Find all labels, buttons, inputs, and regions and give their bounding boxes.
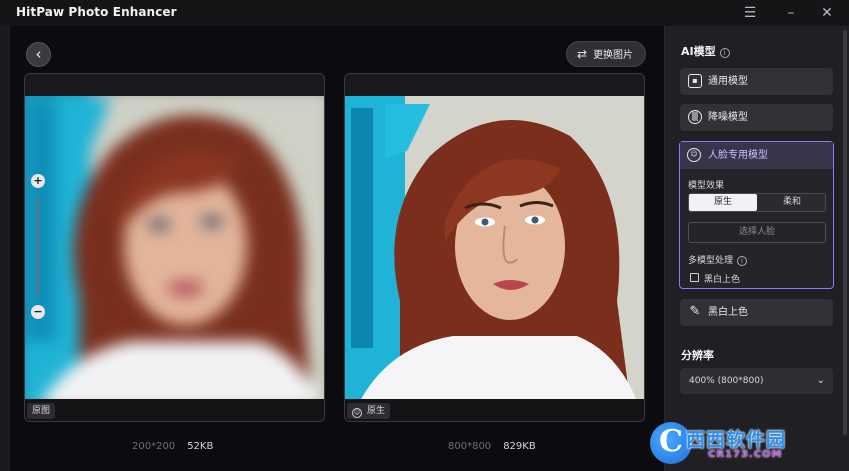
sidebar-scrollbar[interactable] [843, 30, 847, 435]
watermark-name: 西西软件园 [686, 429, 787, 451]
replace-image-button[interactable]: ⇄ 更换图片 [566, 41, 646, 67]
colorize-checkbox[interactable] [690, 273, 699, 282]
watermark-url: CR173.COM [708, 449, 783, 460]
info-icon[interactable]: i [737, 256, 748, 266]
info-icon[interactable]: i [719, 48, 730, 58]
original-size: 52KB [187, 441, 214, 452]
minimize-icon[interactable]: – [779, 3, 803, 23]
zoom-in-icon[interactable]: + [31, 174, 45, 188]
colorize-checkbox-label[interactable]: 黑白上色 [704, 272, 740, 285]
site-watermark: C 西西软件园 CR173.COM [648, 420, 846, 468]
enhanced-size: 829KB [503, 441, 536, 452]
model-effect-toggle[interactable]: 原生 柔和 [688, 193, 826, 212]
model-effect-label: 模型效果 [688, 181, 725, 191]
original-photo [25, 96, 324, 401]
resolution-title: 分辨率 [681, 349, 714, 362]
effect-option-soft[interactable]: 柔和 [758, 194, 826, 211]
original-preview-panel: 原图 [24, 73, 325, 422]
model-colorize-button[interactable]: ✎ 黑白上色 [680, 299, 833, 326]
model-general-label: 通用模型 [708, 76, 748, 87]
model-general-button[interactable]: ▪ 通用模型 [680, 68, 833, 95]
image-icon: ▪ [688, 74, 702, 88]
original-meta: 200*200 52KB [132, 441, 213, 452]
title-bar: HitPaw Photo Enhancer ☰ – ✕ [0, 0, 849, 26]
effect-option-native[interactable]: 原生 [689, 194, 757, 211]
select-face-button[interactable]: 选择人脸 [688, 222, 826, 243]
model-denoise-button[interactable]: ▒ 降噪模型 [680, 104, 833, 131]
model-denoise-label: 降噪模型 [708, 112, 748, 123]
menu-icon[interactable]: ☰ [738, 3, 762, 23]
chevron-down-icon: ⌄ [816, 375, 825, 386]
brush-icon: ✎ [689, 304, 701, 319]
zoom-out-icon[interactable]: − [31, 305, 45, 319]
ai-model-title-text: AI模型 [681, 45, 716, 58]
enhanced-tag: ☺ 原生 [347, 403, 391, 419]
enhanced-photo [345, 96, 644, 401]
replace-image-label: 更换图片 [593, 50, 634, 61]
face-model-card[interactable]: ☺ 人脸专用模型 [679, 141, 834, 289]
zoom-track[interactable] [37, 196, 39, 296]
enhanced-panel-footer: ☺ 原生 [345, 399, 644, 421]
face-icon: ☺ [352, 408, 362, 418]
face-icon: ☺ [687, 148, 701, 162]
enhanced-resolution: 800*800 [448, 441, 492, 452]
back-button[interactable]: ‹ [26, 42, 51, 67]
enhanced-meta: 800*800 829KB [448, 441, 536, 452]
app-title: HitPaw Photo Enhancer [16, 5, 177, 19]
left-edge-strip [0, 26, 10, 471]
resolution-select[interactable]: 400% (800*800) ⌄ [680, 368, 833, 394]
original-panel-footer: 原图 [25, 399, 324, 421]
original-tag: 原图 [27, 403, 56, 419]
arrow-left-icon: ‹ [35, 45, 42, 63]
face-model-label: 人脸专用模型 [708, 150, 768, 161]
denoise-icon: ▒ [688, 110, 702, 124]
face-model-header[interactable]: ☺ 人脸专用模型 [680, 142, 833, 169]
swap-icon: ⇄ [577, 47, 588, 61]
enhanced-tag-label: 原生 [367, 406, 386, 416]
original-resolution: 200*200 [132, 441, 176, 452]
resolution-value: 400% (800*800) [689, 376, 764, 386]
ai-model-title: AI模型 i [681, 43, 730, 59]
multi-model-text: 多模型处理 [688, 256, 734, 266]
close-icon[interactable]: ✕ [815, 3, 839, 23]
model-colorize-label: 黑白上色 [708, 307, 748, 318]
multi-model-label: 多模型处理 i [688, 253, 748, 266]
enhanced-preview-panel: ☺ 原生 [344, 73, 645, 422]
zoom-slider[interactable]: + − [31, 174, 45, 320]
